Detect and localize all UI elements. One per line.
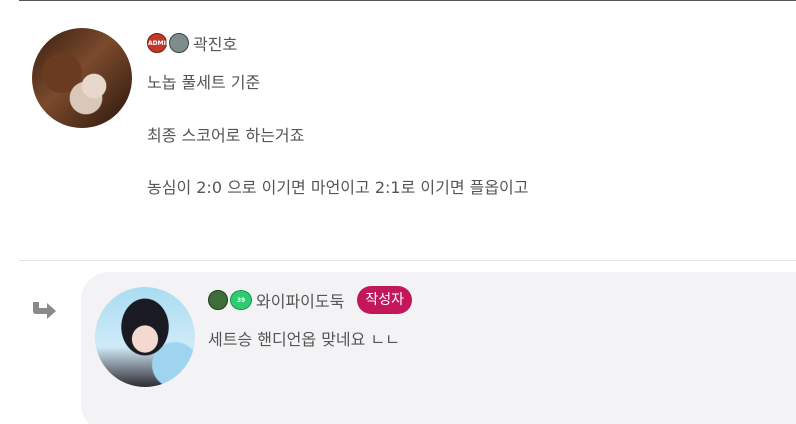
- avatar[interactable]: [95, 287, 195, 387]
- skull-badge-icon: [169, 33, 189, 53]
- reply-author-line: 39 와이파이도둑 작성자: [208, 286, 412, 314]
- author-name[interactable]: 곽진호: [193, 31, 237, 55]
- avatar[interactable]: [32, 28, 132, 128]
- comment-author-line: ADMIN 곽진호: [147, 32, 237, 54]
- comment-text-line: 최종 스코어로 하는거죠: [147, 126, 305, 145]
- reply-text: 세트승 핸디언옵 맞네요 ㄴㄴ: [208, 330, 400, 349]
- author-name[interactable]: 와이파이도둑: [256, 288, 344, 312]
- reply-arrow-icon: [33, 302, 56, 319]
- comment-text-line: 농심이 2:0 으로 이기면 마언이고 2:1로 이기면 플옵이고: [147, 178, 529, 197]
- comment-divider: [19, 260, 796, 261]
- level-badge-icon: 39: [230, 290, 252, 310]
- comment-thread: ADMIN 곽진호 노놉 풀세트 기준 최종 스코어로 하는거죠 농심이 2:0…: [0, 0, 796, 424]
- comment-text-line: 노놉 풀세트 기준: [147, 73, 261, 92]
- admin-badge-icon: ADMIN: [147, 33, 171, 53]
- green-badge-icon: [208, 290, 228, 310]
- top-divider: [19, 0, 796, 1]
- writer-tag: 작성자: [357, 286, 412, 314]
